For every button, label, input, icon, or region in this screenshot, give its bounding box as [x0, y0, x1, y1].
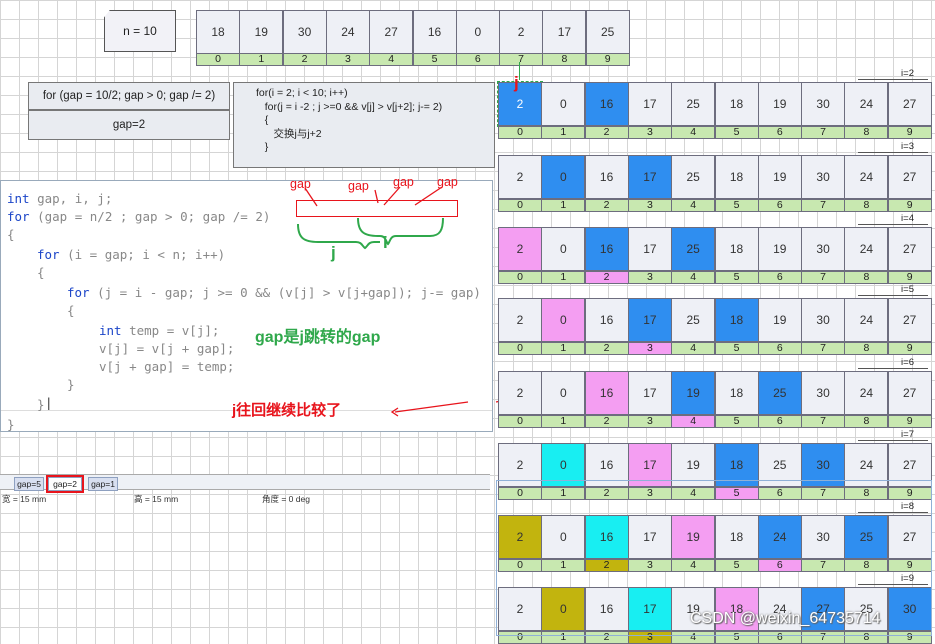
back-compare-note: j往回继续比较了 — [232, 402, 342, 419]
gap-arrow-3 — [383, 186, 401, 206]
tab-gap-5[interactable]: gap=5 — [14, 477, 44, 491]
i-brace-label: i — [383, 233, 388, 252]
i-brace — [357, 217, 444, 246]
j-brace — [297, 223, 380, 250]
gap-arrow-1 — [304, 187, 318, 207]
gap-arrow-2 — [374, 189, 379, 204]
tab-gap-1[interactable]: gap=1 — [88, 477, 118, 491]
gap-explanation-note: gap是j跳转的gap — [255, 329, 381, 346]
status-width: 宽 = 15 mm — [2, 494, 47, 504]
j-brace-label: j — [331, 243, 336, 262]
j-marker-line — [519, 62, 520, 80]
gap-arrow-4 — [414, 186, 443, 206]
back-arrow-line — [495, 377, 615, 403]
back-note-arrow — [394, 401, 469, 413]
status-angle: 角度 = 0 deg — [262, 494, 310, 504]
status-bar: 宽 = 15 mm 高 = 15 mm 角度 = 0 deg — [0, 491, 490, 505]
back-arrow-head — [606, 372, 616, 383]
tab-gap-2[interactable]: gap=2 — [46, 475, 84, 493]
watermark: CSDN @weixin_64735714 — [690, 610, 881, 627]
page-tabs: gap=5 gap=2 gap=1 — [0, 474, 490, 493]
status-height: 高 = 15 mm — [134, 494, 179, 504]
